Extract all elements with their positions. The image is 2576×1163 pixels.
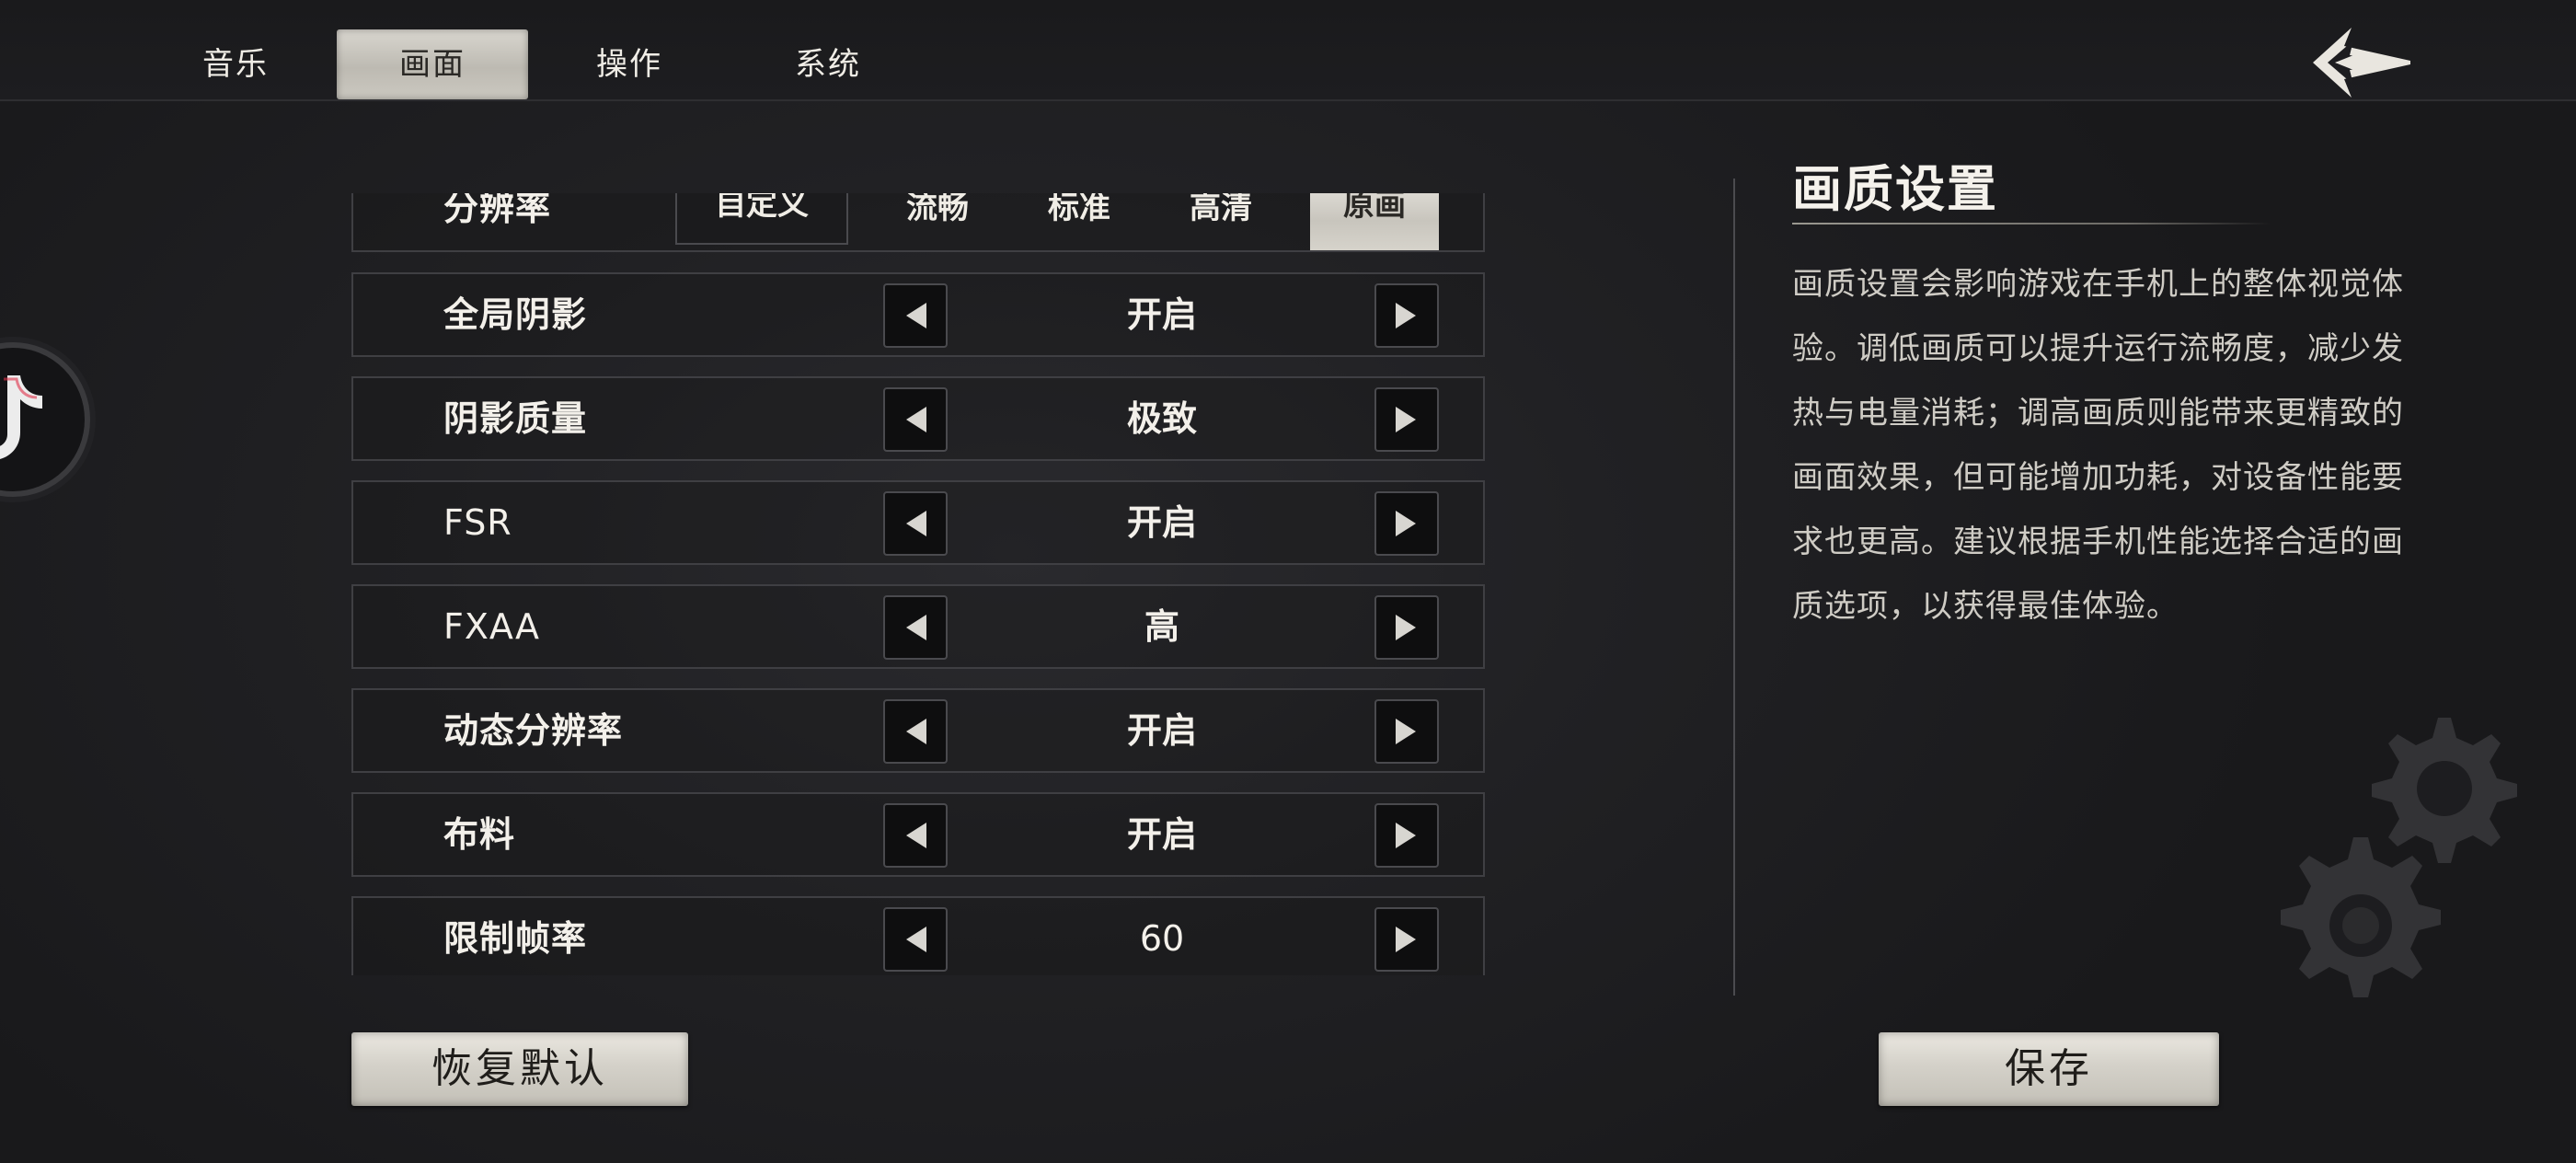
caret-left-icon [906,615,926,640]
resolution-option-original[interactable]: 原画 [1310,193,1439,250]
resolution-option-custom[interactable]: 自定义 [675,193,848,245]
setting-label: 全局阴影 [443,294,588,335]
resolution-option-standard[interactable]: 标准 [1021,193,1137,250]
next-option-button[interactable] [1374,283,1439,348]
next-option-button[interactable] [1374,907,1439,972]
back-arrow-icon [2313,28,2410,98]
setting-value: 开启 [1126,813,1197,855]
setting-value: 开启 [1126,294,1197,335]
caret-left-icon [906,407,926,432]
caret-left-icon [906,303,926,328]
save-button[interactable]: 保存 [1879,1032,2219,1106]
setting-label: FSR [443,502,512,543]
caret-right-icon [1396,927,1416,952]
tab-graphics[interactable]: 画面 [337,29,528,99]
next-option-button[interactable] [1374,803,1439,868]
setting-row-shadow-quality: 阴影质量 极致 [351,376,1485,461]
setting-row-fsr: FSR 开启 [351,480,1485,565]
previous-option-button[interactable] [883,491,948,556]
setting-value: 极致 [1126,397,1197,439]
panel-divider [1733,178,1735,996]
music-note-icon [0,375,42,459]
caret-left-icon [906,823,926,848]
setting-value: 60 [1139,918,1185,959]
setting-row-cloth: 布料 开启 [351,792,1485,877]
setting-label: 布料 [443,813,516,855]
previous-option-button[interactable] [883,907,948,972]
tab-music[interactable]: 音乐 [167,29,304,99]
previous-option-button[interactable] [883,803,948,868]
top-tab-bar: 音乐 画面 操作 系统 [0,0,2576,101]
setting-row-global-shadow: 全局阴影 开启 [351,272,1485,357]
setting-label: 限制帧率 [443,917,588,959]
settings-screen: 音乐 画面 操作 系统 分辨率 自定义 流畅 标准 高清 原画 全局阴影 开启 … [0,0,2576,1163]
restore-defaults-button[interactable]: 恢复默认 [351,1032,688,1106]
setting-label: FXAA [443,606,540,647]
caret-right-icon [1396,719,1416,744]
setting-label: 阴影质量 [443,397,588,439]
setting-value: 高 [1144,605,1179,647]
info-panel-description: 画质设置会影响游戏在手机上的整体视觉体验。调低画质可以提升运行流畅度，减少发热与… [1792,266,2404,625]
resolution-label: 分辨率 [443,193,552,228]
setting-row-dynamic-resolution: 动态分辨率 开启 [351,688,1485,773]
setting-label: 动态分辨率 [443,709,624,751]
setting-row-fxaa: FXAA 高 [351,584,1485,669]
tab-controls[interactable]: 操作 [561,29,697,99]
previous-option-button[interactable] [883,387,948,452]
caret-left-icon [906,511,926,536]
graphics-settings-list[interactable]: 分辨率 自定义 流畅 标准 高清 原画 全局阴影 开启 阴影质量 极致 FSR … [351,193,1485,975]
title-underline [1792,223,2271,225]
setting-value: 开启 [1126,501,1197,543]
info-panel-title: 画质设置 [1792,159,1998,218]
next-option-button[interactable] [1374,699,1439,764]
gear-decoration-icon [2281,718,2517,997]
next-option-button[interactable] [1374,595,1439,660]
floating-app-bubble[interactable] [0,342,90,497]
caret-left-icon [906,927,926,952]
caret-left-icon [906,719,926,744]
caret-right-icon [1396,823,1416,848]
next-option-button[interactable] [1374,387,1439,452]
setting-value: 开启 [1126,709,1197,751]
resolution-option-smooth[interactable]: 流畅 [880,193,995,250]
caret-right-icon [1396,303,1416,328]
setting-row-frame-limit: 限制帧率 60 [351,896,1485,975]
tab-system[interactable]: 系统 [760,29,896,99]
previous-option-button[interactable] [883,283,948,348]
resolution-row: 分辨率 自定义 流畅 标准 高清 原画 [351,193,1485,252]
back-button[interactable] [2307,24,2416,101]
caret-right-icon [1396,615,1416,640]
caret-right-icon [1396,511,1416,536]
next-option-button[interactable] [1374,491,1439,556]
caret-right-icon [1396,407,1416,432]
previous-option-button[interactable] [883,699,948,764]
previous-option-button[interactable] [883,595,948,660]
resolution-option-hd[interactable]: 高清 [1163,193,1279,250]
